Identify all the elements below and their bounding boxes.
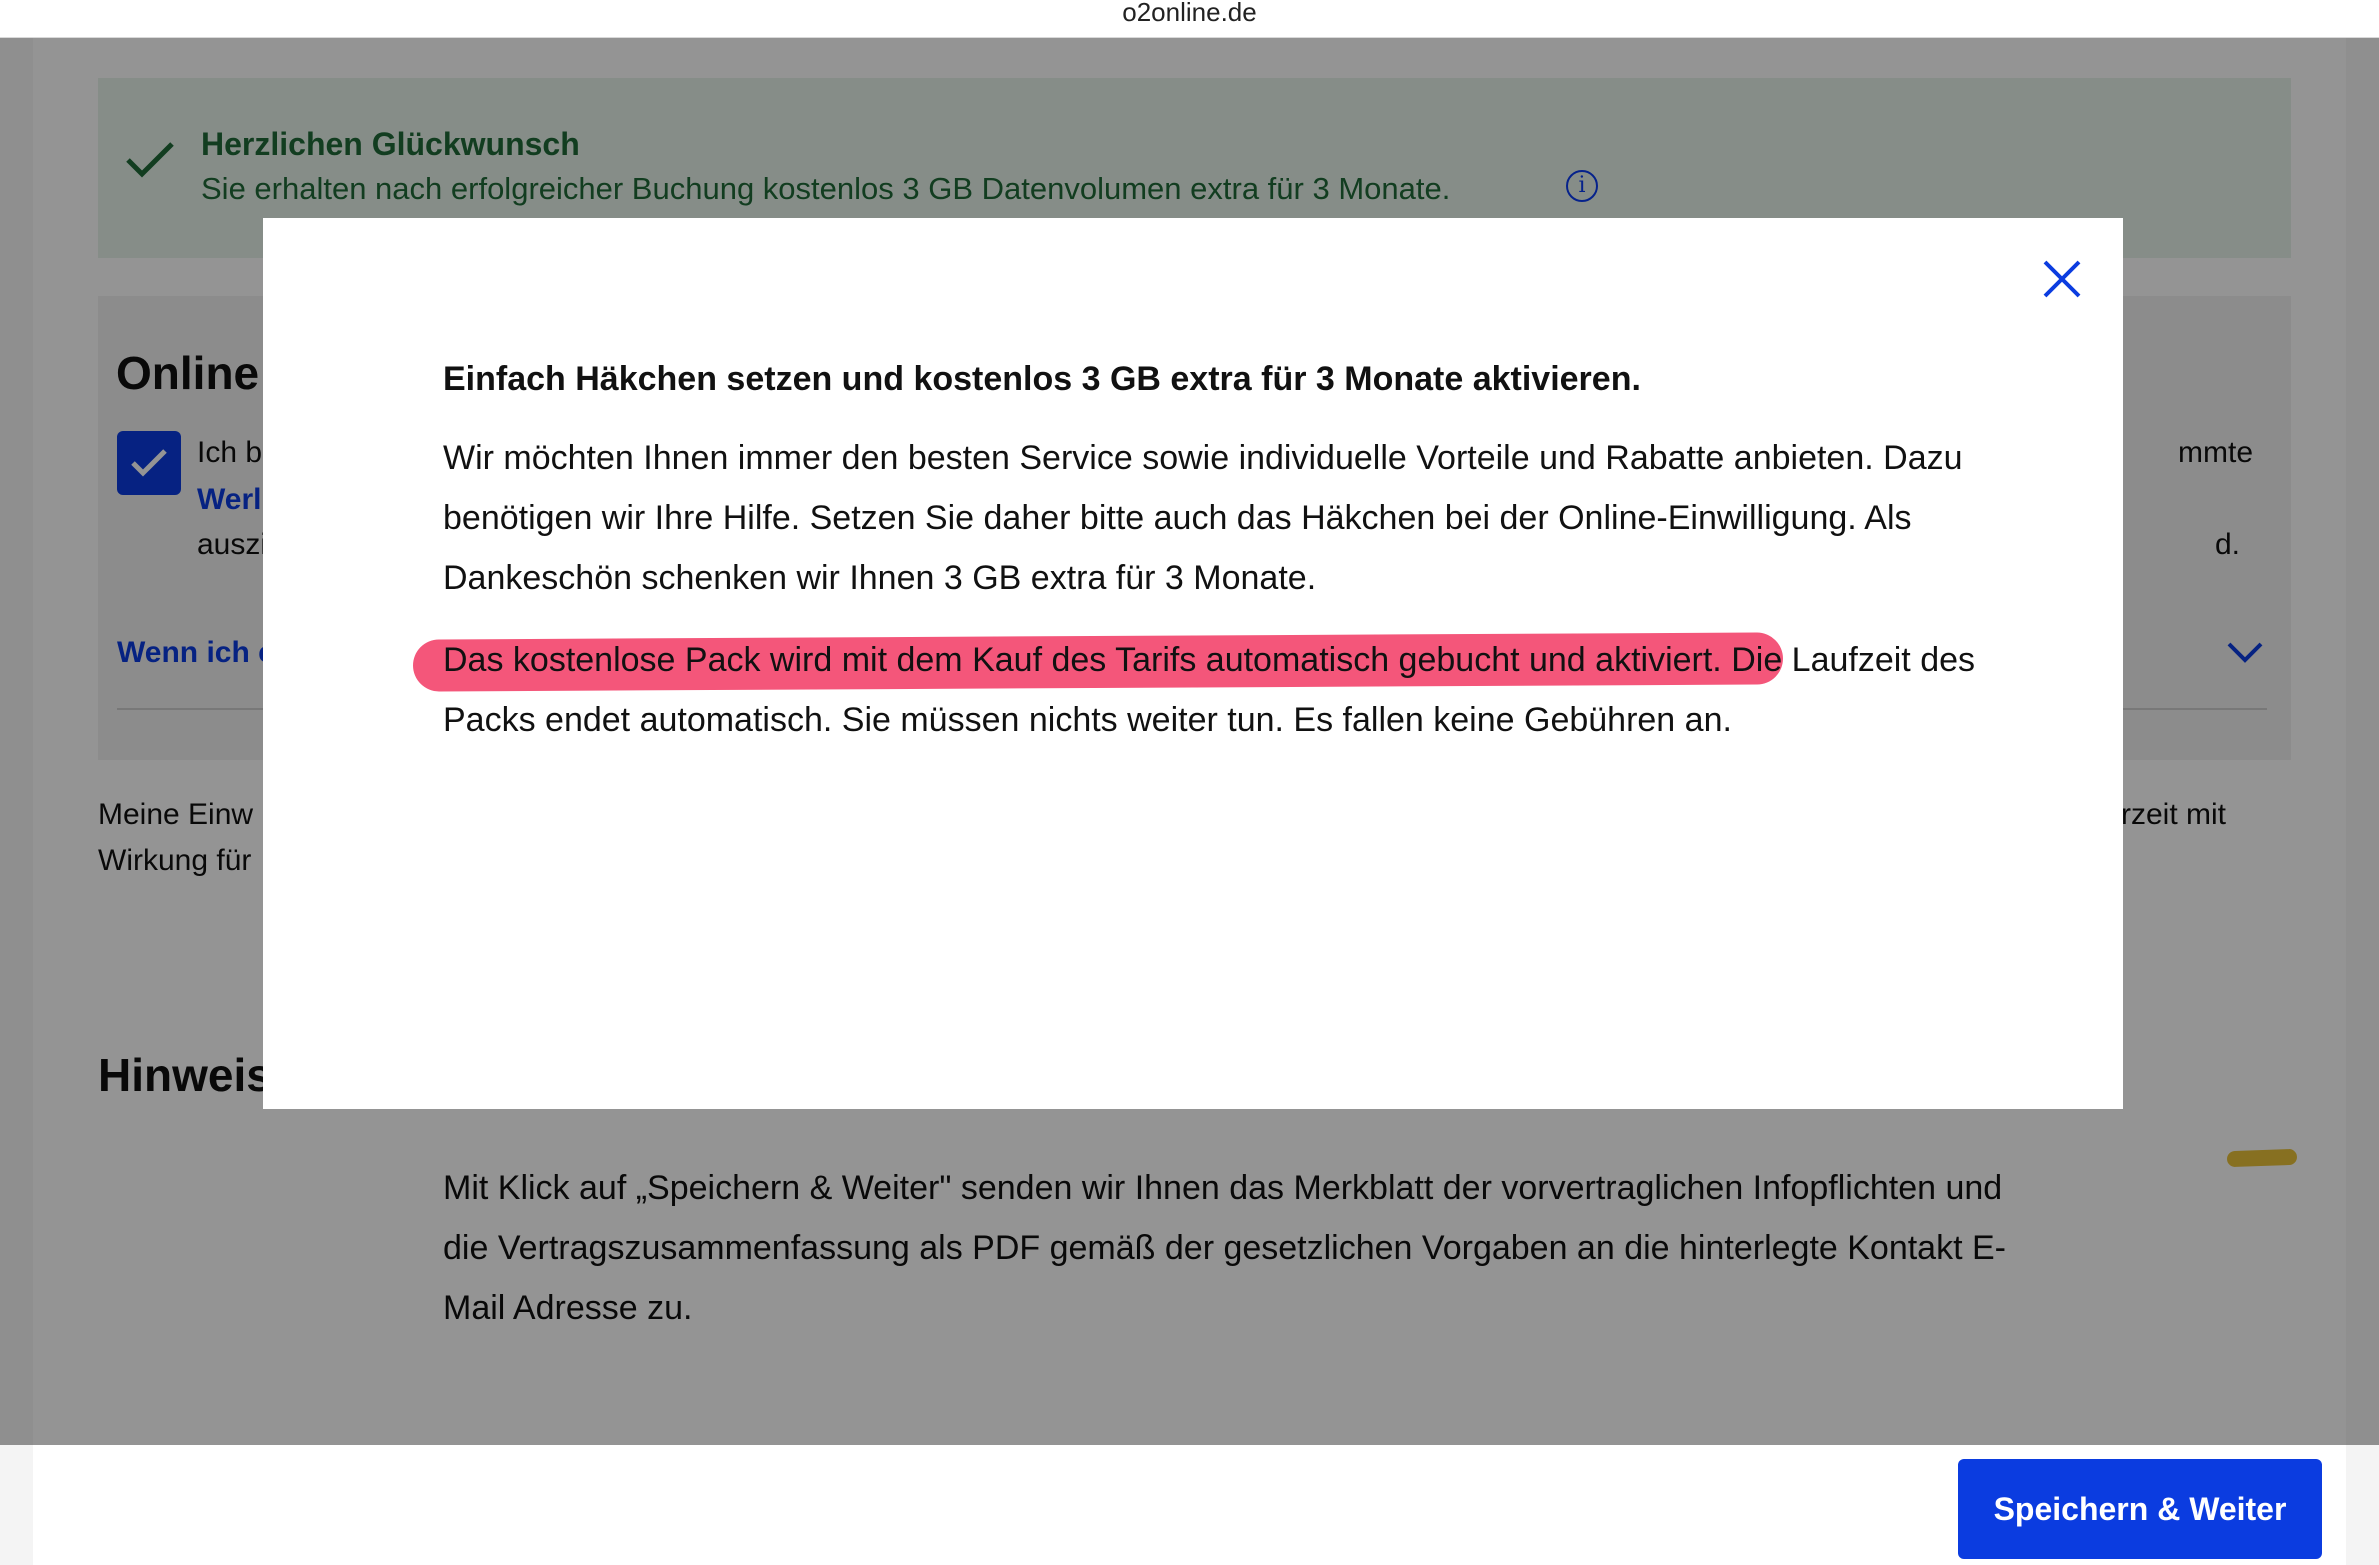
- url-bar[interactable]: o2online.de: [0, 0, 2379, 38]
- modal-paragraph-2-highlighted: Das kostenlose Pack wird mit dem Kauf de…: [443, 641, 1722, 679]
- modal-paragraph-1: Wir möchten Ihnen immer den besten Servi…: [443, 439, 1963, 597]
- info-modal: Einfach Häkchen setzen und kostenlos 3 G…: [263, 218, 2123, 1109]
- save-continue-button[interactable]: Speichern & Weiter: [1958, 1459, 2322, 1559]
- footer-inner: Speichern & Weiter: [33, 1445, 2346, 1565]
- modal-heading: Einfach Häkchen setzen und kostenlos 3 G…: [443, 360, 1641, 398]
- modal-paragraph-2: Das kostenlose Pack wird mit dem Kauf de…: [443, 630, 1983, 750]
- close-icon[interactable]: [2039, 256, 2085, 302]
- footer-bar: Speichern & Weiter: [0, 1445, 2379, 1565]
- url-text: o2online.de: [1122, 0, 1257, 27]
